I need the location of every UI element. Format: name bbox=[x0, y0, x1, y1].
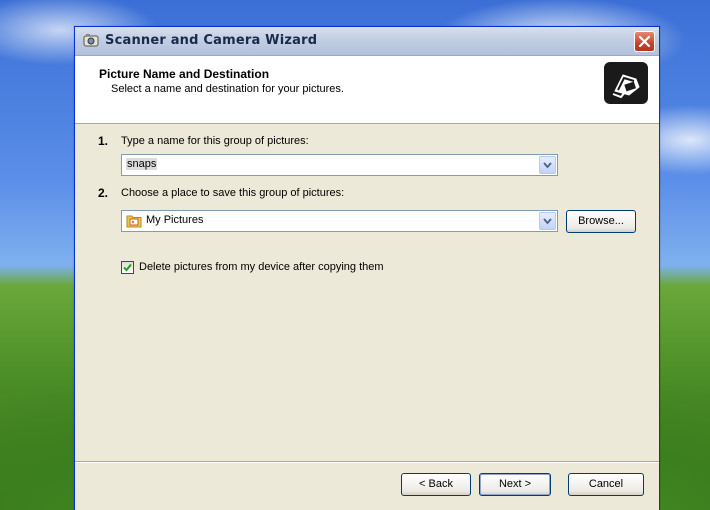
chevron-down-icon bbox=[543, 162, 552, 169]
browse-button[interactable]: Browse... bbox=[566, 210, 636, 233]
step2-number: 2. bbox=[98, 186, 109, 200]
destination-value: My Pictures bbox=[146, 214, 204, 226]
checkmark-icon bbox=[123, 263, 132, 272]
page-subtitle: Select a name and destination for your p… bbox=[111, 83, 344, 95]
step2-label: Choose a place to save this group of pic… bbox=[121, 187, 345, 199]
camera-hand-icon bbox=[603, 61, 649, 105]
picture-name-combobox[interactable]: snaps bbox=[121, 154, 558, 176]
step1-number: 1. bbox=[98, 134, 109, 148]
picture-name-dropdown-button[interactable] bbox=[539, 156, 556, 174]
wizard-content: 1. Type a name for this group of picture… bbox=[75, 124, 659, 444]
close-button[interactable] bbox=[634, 31, 655, 52]
cancel-button[interactable]: Cancel bbox=[568, 473, 644, 496]
footer-divider bbox=[75, 461, 659, 463]
picture-name-value: snaps bbox=[126, 158, 158, 170]
close-icon bbox=[638, 35, 651, 48]
pictures-folder-icon bbox=[126, 213, 142, 228]
chevron-down-icon bbox=[543, 218, 552, 225]
scanner-camera-icon bbox=[83, 33, 99, 47]
wizard-window: Scanner and Camera Wizard Picture Name a… bbox=[74, 26, 660, 510]
delete-after-copy-checkbox[interactable] bbox=[121, 261, 134, 274]
page-title: Picture Name and Destination bbox=[99, 67, 270, 81]
destination-combobox[interactable]: My Pictures bbox=[121, 210, 558, 232]
step1-label: Type a name for this group of pictures: bbox=[121, 135, 309, 147]
delete-after-copy-label[interactable]: Delete pictures from my device after cop… bbox=[139, 261, 384, 273]
window-title: Scanner and Camera Wizard bbox=[105, 33, 318, 48]
back-button[interactable]: < Back bbox=[401, 473, 471, 496]
destination-dropdown-button[interactable] bbox=[539, 212, 556, 230]
title-bar[interactable]: Scanner and Camera Wizard bbox=[75, 27, 659, 56]
wizard-header: Picture Name and Destination Select a na… bbox=[75, 56, 659, 124]
next-button[interactable]: Next > bbox=[479, 473, 551, 496]
